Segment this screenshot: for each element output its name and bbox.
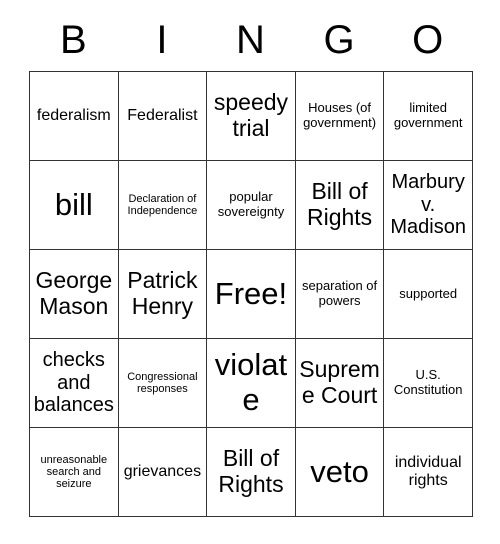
- bingo-cell[interactable]: separation of powers: [294, 249, 385, 339]
- bingo-row: federalism Federalist speedy trial House…: [29, 71, 473, 161]
- bingo-cell-label: George Mason: [35, 267, 113, 319]
- bingo-row: unreasonable search and seizure grievanc…: [29, 427, 473, 517]
- bingo-cell-label: Patrick Henry: [127, 267, 198, 319]
- bingo-cell-label: Congressional responses: [127, 370, 198, 395]
- bingo-cell-label: checks and balances: [33, 349, 114, 417]
- bingo-cell[interactable]: George Mason: [29, 249, 119, 339]
- bingo-cell-label: Declaration of Independence: [127, 192, 198, 217]
- bingo-cell-label: grievances: [123, 463, 202, 481]
- bingo-cell[interactable]: supported: [383, 249, 473, 339]
- bingo-cell[interactable]: Houses (of government): [294, 71, 385, 161]
- bingo-cell-label: U.S. Constitution: [393, 367, 463, 397]
- bingo-cell-label: Houses (of government): [303, 100, 377, 130]
- bingo-cell[interactable]: U.S. Constitution: [383, 338, 473, 428]
- bingo-cell-label: speedy trial: [213, 89, 289, 141]
- bingo-cell-label: Bill of Rights: [306, 178, 373, 230]
- bingo-header: B I N G O: [29, 8, 472, 71]
- bingo-free-space[interactable]: Free!: [206, 249, 296, 339]
- bingo-cell[interactable]: veto: [294, 427, 385, 517]
- bingo-cell[interactable]: Congressional responses: [117, 338, 208, 428]
- bingo-cell[interactable]: federalism: [29, 71, 119, 161]
- bingo-card: B I N G O federalism Federalist speedy t…: [29, 8, 473, 517]
- bingo-cell-label: Federalist: [127, 107, 198, 125]
- bingo-cell-label: violate: [214, 347, 288, 417]
- bingo-row: bill Declaration of Independence popular…: [29, 160, 473, 250]
- bingo-cell[interactable]: limited government: [383, 71, 473, 161]
- bingo-cell-label: Supreme Court: [299, 356, 380, 408]
- bingo-cell[interactable]: violate: [206, 338, 296, 428]
- bingo-free-space-label: Free!: [214, 275, 288, 311]
- bingo-cell[interactable]: grievances: [117, 427, 208, 517]
- bingo-row: checks and balances Congressional respon…: [29, 338, 473, 428]
- bingo-cell-label: unreasonable search and seizure: [40, 453, 108, 491]
- bingo-header-letter-i: I: [156, 17, 168, 62]
- bingo-cell[interactable]: Federalist: [117, 71, 208, 161]
- bingo-cell[interactable]: bill: [29, 160, 119, 250]
- bingo-cell[interactable]: Patrick Henry: [117, 249, 208, 339]
- bingo-header-letter-n: N: [236, 17, 265, 62]
- bingo-cell-label: limited government: [393, 100, 463, 130]
- bingo-header-letter-g: G: [323, 17, 355, 62]
- bingo-row: George Mason Patrick Henry Free! separat…: [29, 249, 473, 339]
- bingo-cell-label: individual rights: [394, 454, 462, 489]
- bingo-header-letter-b: B: [59, 17, 87, 62]
- bingo-cell-label: bill: [54, 186, 93, 222]
- bingo-cell-label: supported: [399, 285, 458, 301]
- bingo-cell-label: popular sovereignty: [217, 189, 285, 219]
- bingo-cell-label: Bill of Rights: [218, 445, 284, 497]
- bingo-cell[interactable]: Bill of Rights: [294, 160, 385, 250]
- bingo-cell[interactable]: Bill of Rights: [206, 427, 296, 517]
- bingo-cell[interactable]: Declaration of Independence: [117, 160, 208, 250]
- bingo-grid: federalism Federalist speedy trial House…: [29, 71, 473, 517]
- bingo-cell-label: Marbury v. Madison: [390, 171, 466, 239]
- bingo-cell-label: veto: [310, 453, 369, 489]
- bingo-cell[interactable]: individual rights: [383, 427, 473, 517]
- bingo-cell[interactable]: checks and balances: [29, 338, 119, 428]
- bingo-cell[interactable]: speedy trial: [206, 71, 296, 161]
- bingo-cell-label: federalism: [36, 107, 111, 125]
- bingo-cell-label: separation of powers: [301, 278, 378, 308]
- bingo-header-letter-o: O: [412, 17, 444, 62]
- bingo-cell[interactable]: unreasonable search and seizure: [29, 427, 119, 517]
- bingo-cell[interactable]: popular sovereignty: [206, 160, 296, 250]
- bingo-cell[interactable]: Supreme Court: [294, 338, 385, 428]
- bingo-cell[interactable]: Marbury v. Madison: [383, 160, 473, 250]
